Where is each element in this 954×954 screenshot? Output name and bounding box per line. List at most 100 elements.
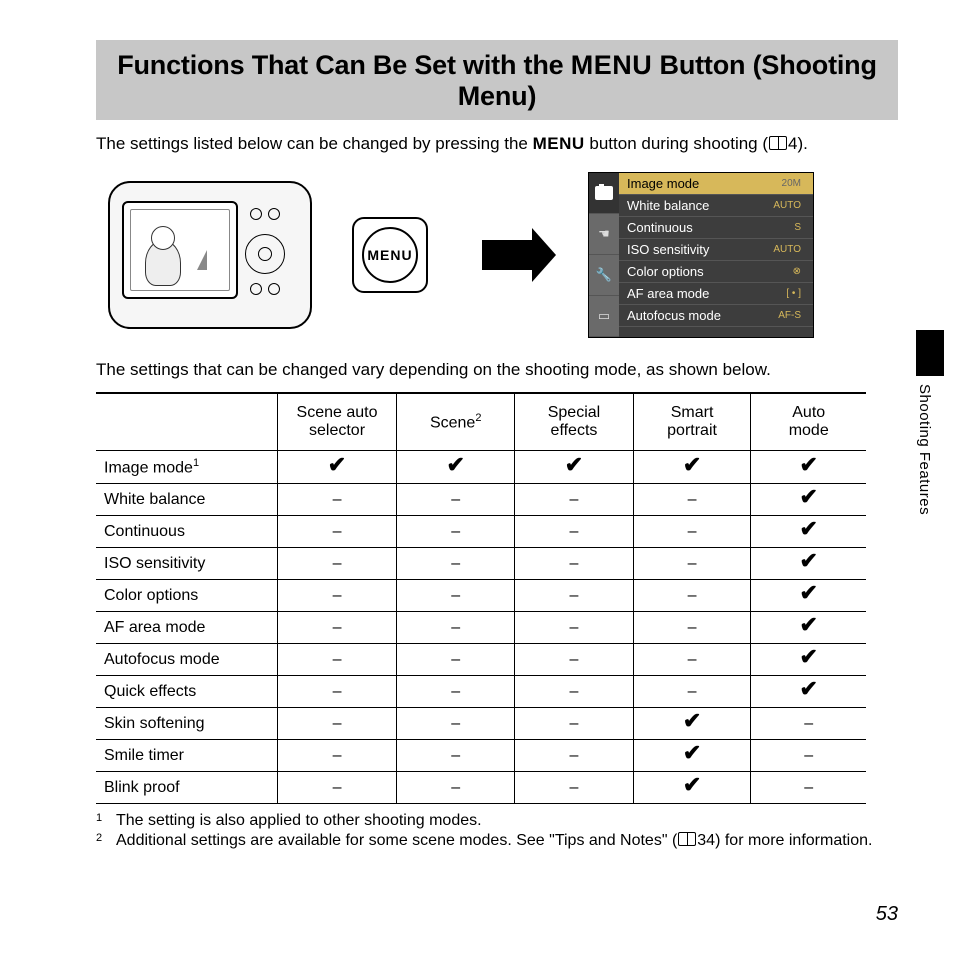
check-icon: ✔ bbox=[800, 484, 818, 509]
table-row-label: Blink proof bbox=[96, 772, 277, 804]
table-cell: ✔ bbox=[515, 451, 633, 484]
table-row: Blink proof–––✔– bbox=[96, 772, 866, 804]
section-title-bar: Functions That Can Be Set with the MENU … bbox=[96, 40, 898, 120]
intro-mid: button during shooting ( bbox=[585, 134, 768, 153]
menu-item: ISO sensitivityAUTO bbox=[619, 239, 813, 261]
check-icon: ✔ bbox=[683, 772, 701, 797]
table-cell: ✔ bbox=[397, 451, 515, 484]
side-tab: Shooting Features bbox=[916, 330, 944, 570]
table-row: ISO sensitivity––––✔ bbox=[96, 548, 866, 580]
table-cell: – bbox=[633, 676, 751, 708]
table-cell: – bbox=[515, 548, 633, 580]
title-menu-word: MENU bbox=[571, 50, 653, 80]
menu-item-value: [ • ] bbox=[782, 287, 805, 300]
check-icon: ✔ bbox=[683, 740, 701, 765]
check-icon: ✔ bbox=[800, 516, 818, 541]
table-cell: – bbox=[751, 708, 866, 740]
table-cell: – bbox=[277, 772, 396, 804]
footnote-number: 1 bbox=[96, 812, 108, 830]
table-cell: ✔ bbox=[751, 644, 866, 676]
table-cell: – bbox=[397, 676, 515, 708]
book-icon bbox=[769, 136, 787, 150]
menu-item: AF area mode[ • ] bbox=[619, 283, 813, 305]
table-row: Skin softening–––✔– bbox=[96, 708, 866, 740]
table-row: Autofocus mode––––✔ bbox=[96, 644, 866, 676]
check-icon: ✔ bbox=[800, 548, 818, 573]
table-cell: – bbox=[277, 548, 396, 580]
menu-item-value: 20M bbox=[778, 177, 805, 190]
check-icon: ✔ bbox=[328, 452, 346, 477]
table-cell: – bbox=[397, 708, 515, 740]
table-row: White balance––––✔ bbox=[96, 484, 866, 516]
table-cell: – bbox=[397, 580, 515, 612]
scene-tab-icon: ☚ bbox=[589, 214, 619, 255]
table-cell: – bbox=[397, 612, 515, 644]
table-cell: – bbox=[515, 772, 633, 804]
table-cell: – bbox=[515, 612, 633, 644]
table-row-label: ISO sensitivity bbox=[96, 548, 277, 580]
table-cell: – bbox=[515, 676, 633, 708]
menu-item-label: White balance bbox=[627, 198, 709, 213]
side-tab-marker bbox=[916, 330, 944, 376]
table-cell: – bbox=[633, 548, 751, 580]
person-head-icon bbox=[151, 226, 175, 250]
menu-button-callout: MENU bbox=[352, 217, 428, 293]
settings-vary-paragraph: The settings that can be changed vary de… bbox=[96, 360, 898, 380]
table-cell: – bbox=[751, 772, 866, 804]
camera-illustration bbox=[108, 181, 312, 329]
intro-prefix: The settings listed below can be changed… bbox=[96, 134, 533, 153]
button-icon bbox=[250, 208, 262, 220]
table-cell: – bbox=[633, 644, 751, 676]
table-row-label: Image mode1 bbox=[96, 451, 277, 484]
table-row: Image mode1✔✔✔✔✔ bbox=[96, 451, 866, 484]
card-tab-icon: ▭ bbox=[589, 296, 619, 337]
table-cell: – bbox=[633, 484, 751, 516]
page-number: 53 bbox=[876, 903, 898, 926]
side-tab-label: Shooting Features bbox=[916, 384, 933, 515]
lcd-scene bbox=[130, 209, 230, 291]
setup-tab-icon: 🔧 bbox=[589, 255, 619, 296]
menu-item-label: Image mode bbox=[627, 176, 699, 191]
table-cell: – bbox=[397, 740, 515, 772]
table-row-label: AF area mode bbox=[96, 612, 277, 644]
table-column-header: Specialeffects bbox=[515, 393, 633, 451]
table-cell: – bbox=[515, 580, 633, 612]
check-icon: ✔ bbox=[800, 452, 818, 477]
table-row-label: White balance bbox=[96, 484, 277, 516]
camera-controls bbox=[234, 205, 296, 305]
table-cell: – bbox=[397, 772, 515, 804]
table-cell: – bbox=[633, 516, 751, 548]
footnote-2: 2 Additional settings are available for … bbox=[96, 832, 898, 850]
table-cell: – bbox=[633, 580, 751, 612]
footnote-text: Additional settings are available for so… bbox=[116, 832, 872, 850]
table-cell: – bbox=[515, 708, 633, 740]
check-icon: ✔ bbox=[800, 580, 818, 605]
table-cell: – bbox=[515, 740, 633, 772]
shooting-tab-icon bbox=[589, 173, 619, 214]
table-row: Quick effects––––✔ bbox=[96, 676, 866, 708]
check-icon: ✔ bbox=[446, 452, 464, 477]
table-row-label: Smile timer bbox=[96, 740, 277, 772]
table-cell: ✔ bbox=[633, 772, 751, 804]
table-cell: – bbox=[515, 644, 633, 676]
menu-item: White balanceAUTO bbox=[619, 195, 813, 217]
settings-table: Scene autoselectorScene2SpecialeffectsSm… bbox=[96, 392, 866, 804]
menu-item: Color options⊗ bbox=[619, 261, 813, 283]
menu-item-value: AF-S bbox=[774, 309, 805, 322]
table-row-label: Autofocus mode bbox=[96, 644, 277, 676]
table-column-header: Smartportrait bbox=[633, 393, 751, 451]
table-row: Color options––––✔ bbox=[96, 580, 866, 612]
button-icon bbox=[250, 283, 262, 295]
check-icon: ✔ bbox=[683, 708, 701, 733]
footnote-text: The setting is also applied to other sho… bbox=[116, 812, 482, 830]
table-cell: ✔ bbox=[751, 451, 866, 484]
table-cell: – bbox=[277, 484, 396, 516]
table-cell: – bbox=[277, 580, 396, 612]
intro-suffix: ). bbox=[798, 134, 808, 153]
arrow-right-icon bbox=[482, 240, 534, 270]
table-cell: – bbox=[397, 644, 515, 676]
table-row-label: Quick effects bbox=[96, 676, 277, 708]
table-row: AF area mode––––✔ bbox=[96, 612, 866, 644]
table-row-label: Continuous bbox=[96, 516, 277, 548]
table-cell: ✔ bbox=[751, 484, 866, 516]
